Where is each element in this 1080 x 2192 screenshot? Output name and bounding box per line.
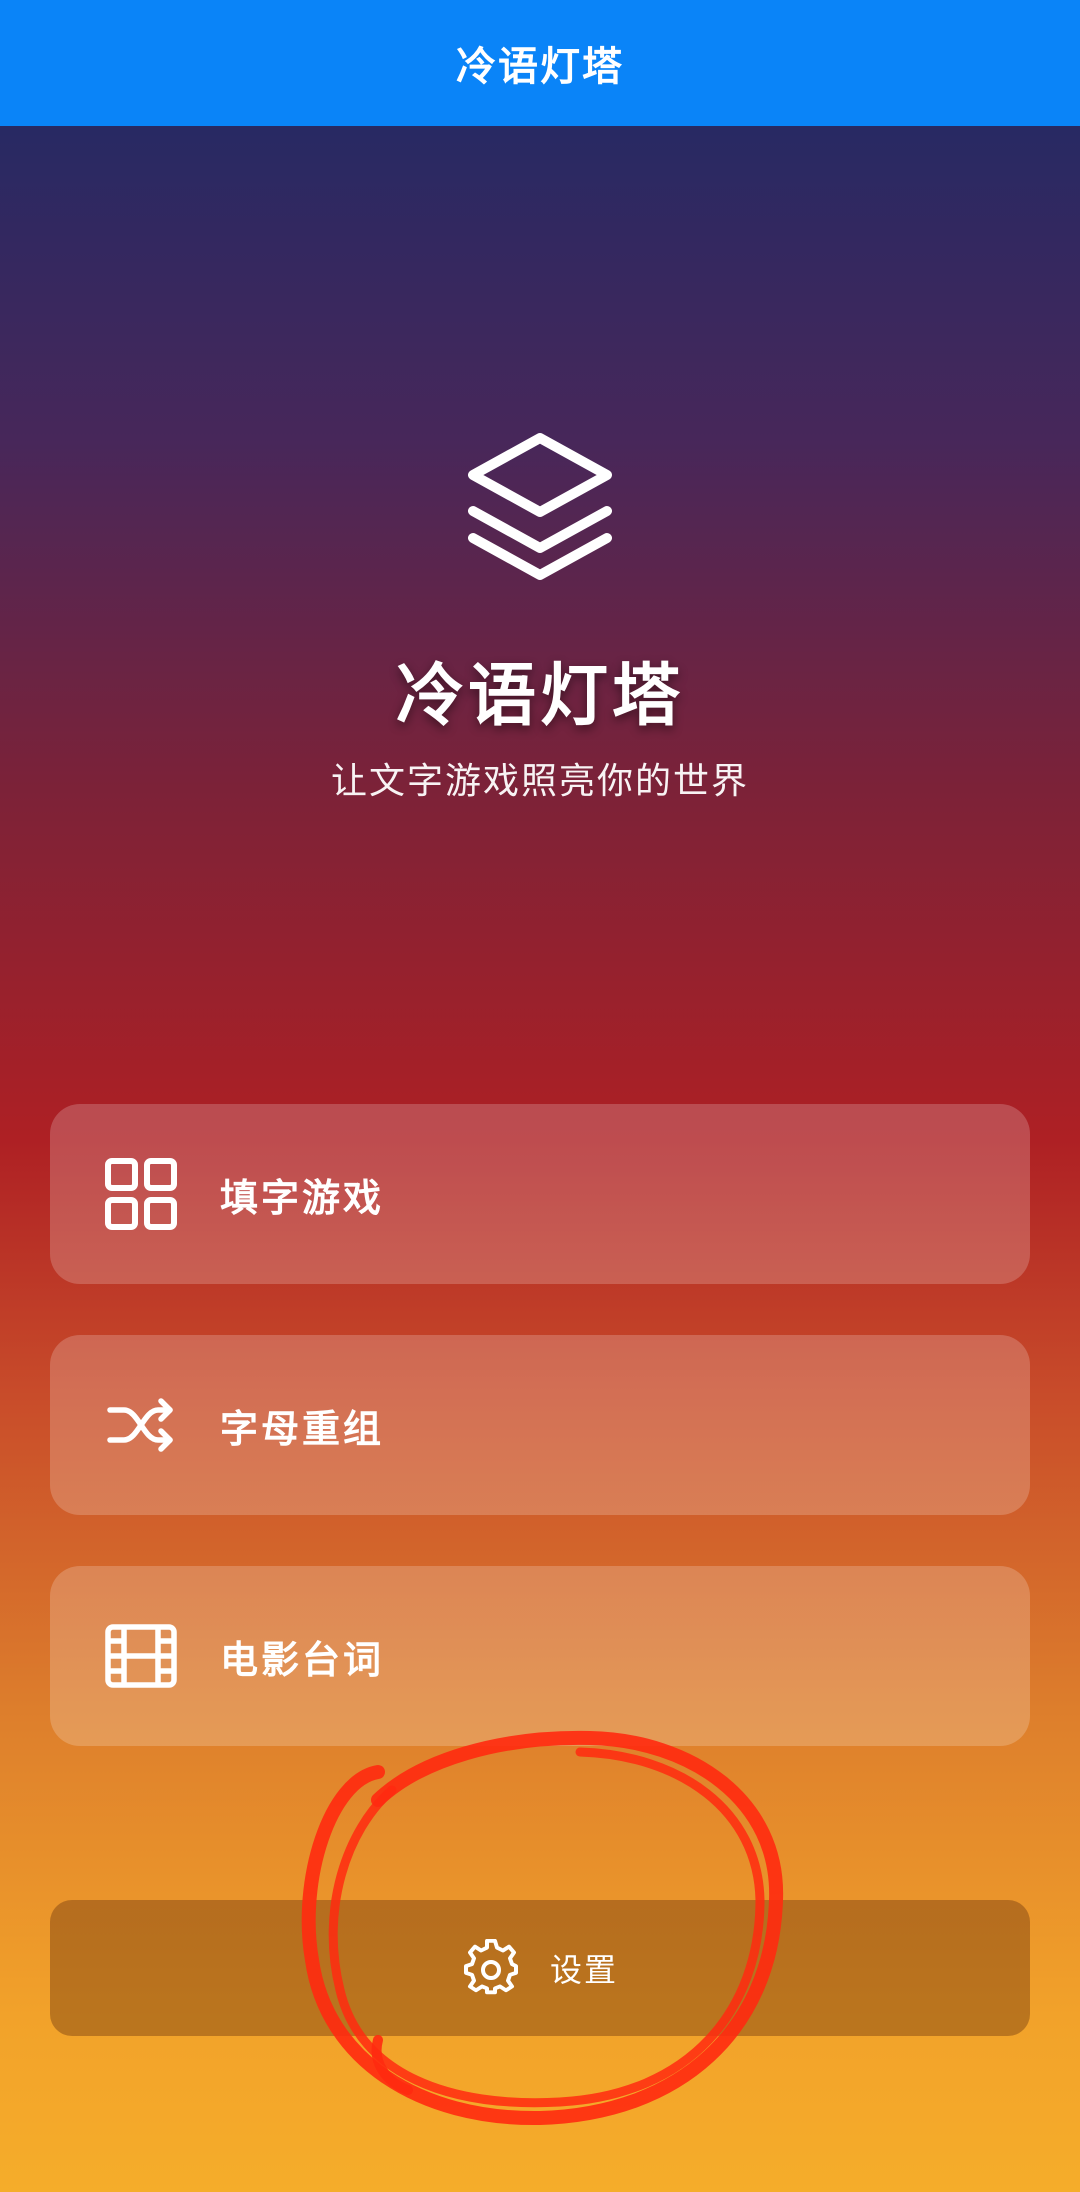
shuffle-icon — [107, 1398, 173, 1452]
hand-drawn-circle-annotation — [301, 1730, 784, 2126]
movie-quotes-button[interactable]: 电影台词 — [50, 1566, 1030, 1746]
crossword-label: 填字游戏 — [220, 1175, 385, 1220]
anagram-label: 字母重组 — [220, 1406, 385, 1451]
layers-icon — [468, 433, 612, 580]
gear-icon — [463, 1939, 518, 1995]
anagram-button[interactable]: 字母重组 — [50, 1335, 1030, 1515]
settings-button[interactable]: 设置 — [50, 1900, 1030, 2036]
film-icon — [105, 1624, 177, 1688]
movie-quotes-label: 电影台词 — [220, 1637, 385, 1682]
crossword-button[interactable]: 填字游戏 — [50, 1104, 1030, 1284]
settings-label: 设置 — [549, 1951, 618, 1989]
app-title: 冷语灯塔 — [395, 657, 684, 736]
app-header: 冷语灯塔 — [0, 0, 1080, 126]
header-title: 冷语灯塔 — [456, 44, 624, 90]
app-subtitle: 让文字游戏照亮你的世界 — [330, 761, 749, 802]
grid-icon — [105, 1158, 177, 1230]
